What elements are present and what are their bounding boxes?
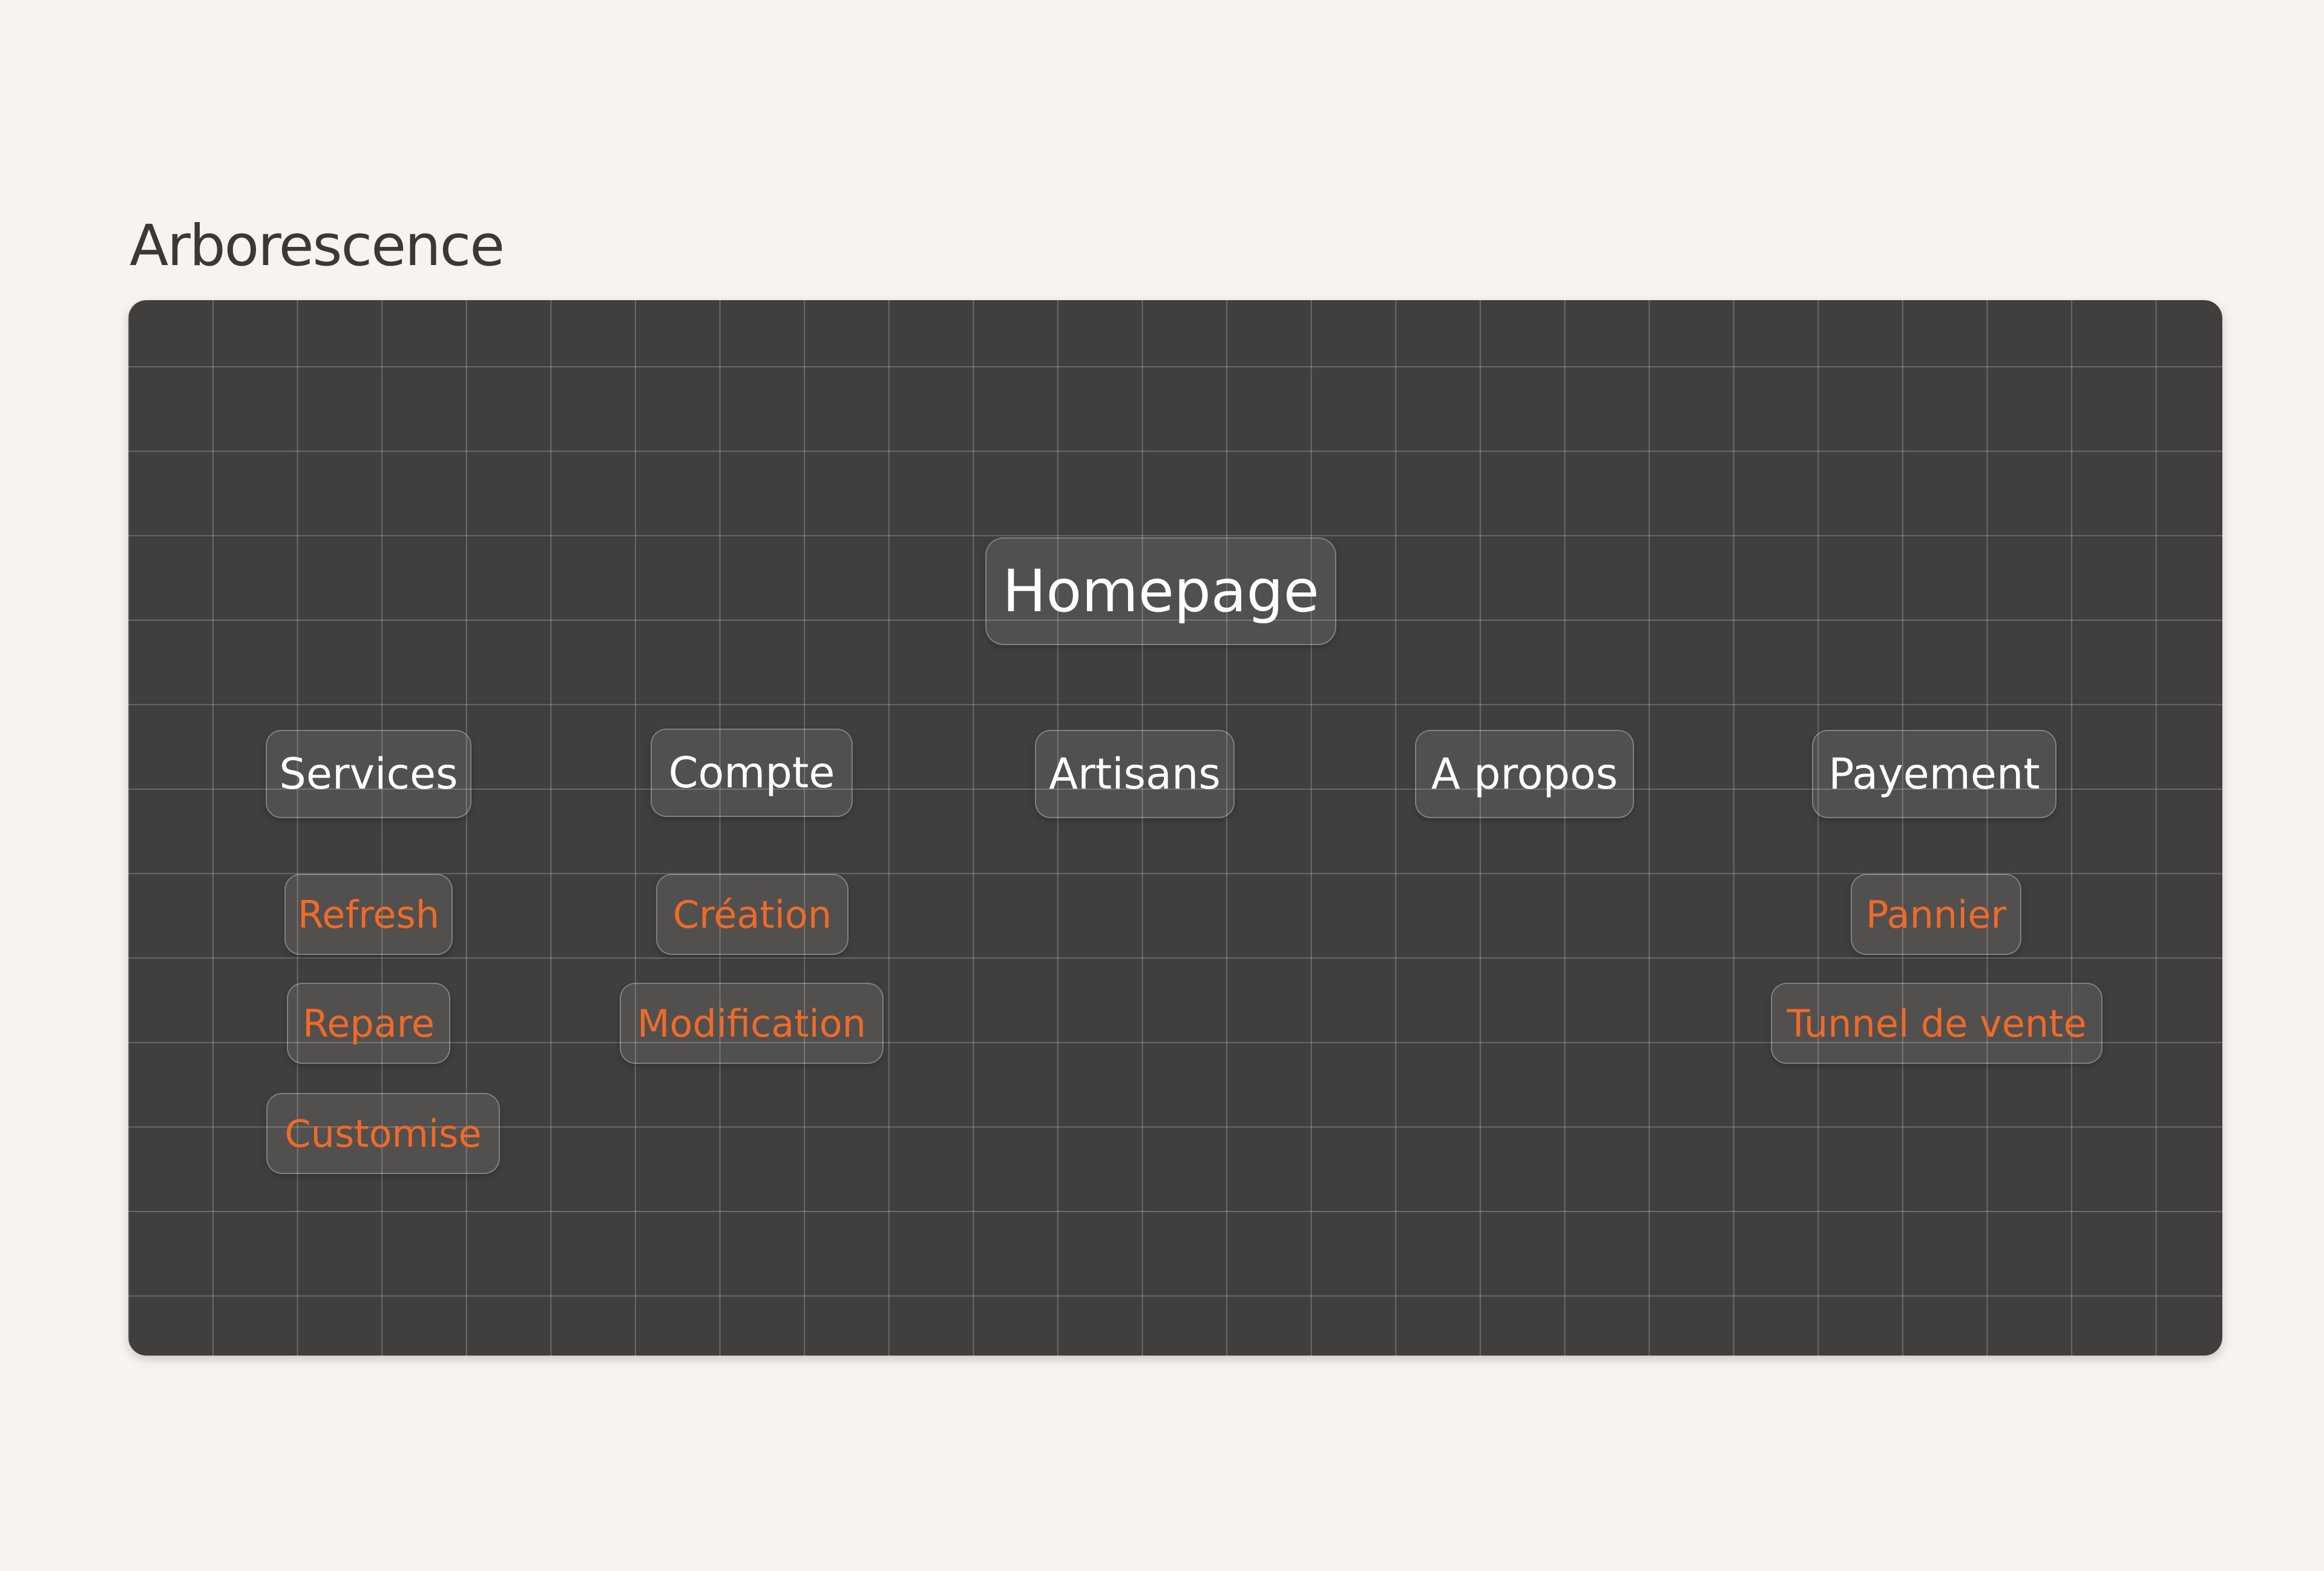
node-creation: Création xyxy=(656,874,849,955)
node-repare: Repare xyxy=(287,983,450,1064)
node-services: Services xyxy=(266,730,471,818)
node-tunnel-de-vente: Tunnel de vente xyxy=(1771,983,2102,1064)
node-artisans: Artisans xyxy=(1035,730,1235,818)
page-title: Arborescence xyxy=(130,213,505,279)
sitemap-board: Homepage Services Refresh Repare Customi… xyxy=(128,300,2222,1356)
node-payement: Payement xyxy=(1812,730,2056,818)
node-customise: Customise xyxy=(266,1093,500,1174)
node-compte: Compte xyxy=(651,729,853,817)
node-modification: Modification xyxy=(620,983,884,1064)
node-pannier: Pannier xyxy=(1851,874,2021,955)
node-a-propos: A propos xyxy=(1415,730,1634,818)
node-refresh: Refresh xyxy=(284,874,453,955)
node-homepage: Homepage xyxy=(985,537,1336,645)
